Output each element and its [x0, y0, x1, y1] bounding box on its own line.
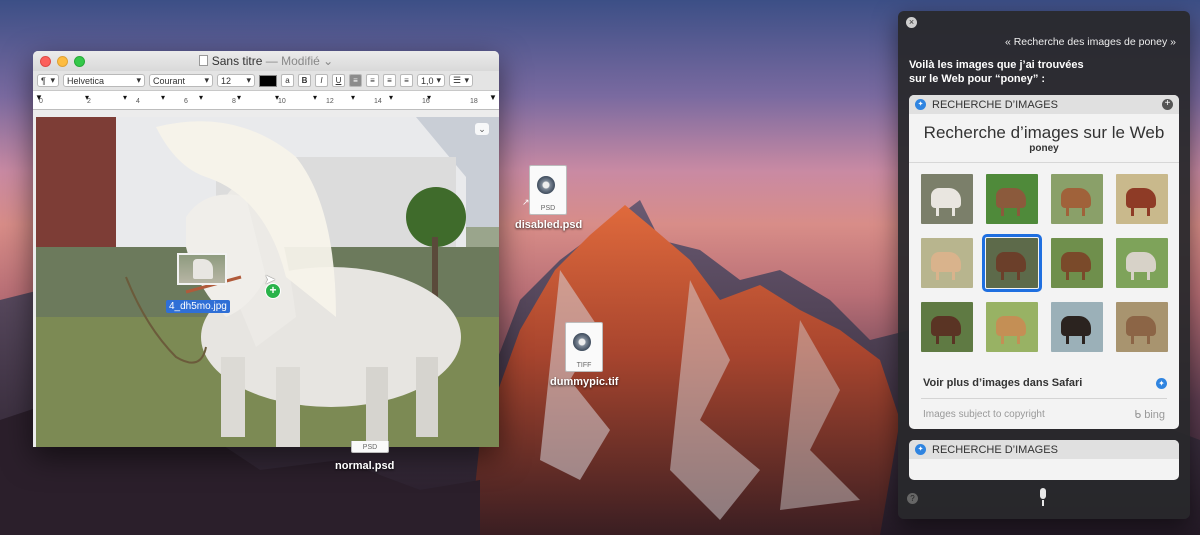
document-icon: [198, 55, 208, 66]
safari-compass-icon: ✦: [915, 444, 926, 455]
file-name: disabled.psd: [515, 219, 583, 231]
card-header-label: RECHERCHE D’IMAGES: [932, 443, 1058, 456]
chevron-down-icon[interactable]: ⌄: [323, 54, 333, 68]
image-result-thumbnail[interactable]: [982, 234, 1042, 292]
ruler-label: 16: [422, 98, 430, 105]
font-size-select[interactable]: 12 ▾: [217, 74, 255, 87]
tab-stop-marker[interactable]: ▾: [123, 93, 127, 102]
close-icon[interactable]: ×: [906, 17, 917, 28]
psd-file-icon: PSD ↗: [522, 165, 567, 215]
tab-stop-marker[interactable]: ▾: [351, 93, 355, 102]
image-result-thumbnail[interactable]: [1051, 238, 1103, 288]
ruler[interactable]: ▼ ▾ ▾ ▾ ▾ ▾ ▾ ▾ ▾ ▾ ▾ ▼ 0 2 4 6 8 10 12 …: [33, 91, 499, 110]
tab-stop-marker[interactable]: ▾: [389, 93, 393, 102]
safari-compass-icon[interactable]: ✦: [1156, 378, 1167, 389]
dragged-image-thumbnail[interactable]: [177, 253, 227, 285]
ruler-label: 8: [232, 98, 236, 105]
window-titlebar[interactable]: Sans titre — Modifié ⌄: [33, 51, 499, 71]
align-left-button[interactable]: ≡: [349, 74, 362, 87]
tab-stop-marker[interactable]: ▾: [313, 93, 317, 102]
tab-stop-marker[interactable]: ▾: [161, 93, 165, 102]
image-result-thumbnail[interactable]: [986, 302, 1038, 352]
italic-button[interactable]: I: [315, 74, 328, 87]
ruler-label: 10: [278, 98, 286, 105]
text-color-well[interactable]: [259, 74, 277, 87]
ruler-label: 6: [184, 98, 188, 105]
divider: [921, 398, 1167, 399]
image-result-thumbnail[interactable]: [986, 174, 1038, 224]
font-style-select[interactable]: Courant ▾: [149, 74, 213, 87]
bold-button[interactable]: B: [298, 74, 311, 87]
image-results-grid: [921, 174, 1168, 352]
desktop-file-dummypic-tif[interactable]: TIFF dummypic.tif: [550, 322, 618, 388]
copyright-notice: Images subject to copyright: [923, 409, 1045, 420]
file-name: normal.psd: [335, 460, 395, 472]
ruler-label: 14: [374, 98, 382, 105]
card-subtitle: poney: [909, 143, 1179, 163]
file-name: dummypic.tif: [550, 376, 619, 388]
ruler-label: 4: [136, 98, 140, 105]
right-margin-marker[interactable]: ▼: [489, 93, 497, 102]
ruler-label: 2: [87, 98, 91, 105]
window-title: Sans titre — Modifié ⌄: [33, 54, 499, 68]
desktop-file-normal-psd[interactable]: PSD normal.psd: [335, 441, 394, 472]
align-center-button[interactable]: ≡: [366, 74, 379, 87]
image-result-thumbnail[interactable]: [921, 302, 973, 352]
siri-query-text: « Recherche des images de poney »: [1004, 36, 1176, 48]
ruler-label: 12: [326, 98, 334, 105]
textedit-window: Sans titre — Modifié ⌄ ¶ ▾ Helvetica ▾ Cou…: [33, 51, 499, 447]
microphone-icon[interactable]: [1038, 488, 1048, 506]
modified-status: — Modifié: [265, 54, 320, 68]
card-header-label: RECHERCHE D’IMAGES: [932, 98, 1058, 111]
image-search-card-2: ✦ RECHERCHE D’IMAGES: [909, 440, 1179, 480]
desktop-file-disabled-psd[interactable]: PSD ↗ disabled.psd: [515, 165, 582, 231]
document-content[interactable]: ⌄ 4_dh5mo.jpg ➤ +: [36, 117, 499, 447]
help-icon[interactable]: ?: [907, 493, 918, 504]
window-title-text: Sans titre: [211, 54, 263, 68]
format-toolbar: ¶ ▾ Helvetica ▾ Courant ▾ 12 ▾ a B I U ≡ ≡ ≡…: [33, 71, 499, 91]
more-images-in-safari-link[interactable]: Voir plus d’images dans Safari: [923, 377, 1082, 389]
card-title: Recherche d’images sur le Web: [923, 123, 1165, 142]
psd-file-icon: PSD: [351, 441, 389, 453]
line-spacing-select[interactable]: 1,0 ▾: [417, 74, 445, 87]
siri-answer: Voilà les images que j’ai trouvées sur l…: [909, 58, 1084, 86]
font-family-select[interactable]: Helvetica ▾: [63, 74, 145, 87]
copy-plus-icon: +: [265, 283, 281, 299]
list-style-select[interactable]: ☰ ▾: [449, 74, 473, 87]
tab-stop-marker[interactable]: ▾: [199, 93, 203, 102]
bing-mark-icon: ᑲ: [1134, 409, 1145, 421]
ruler-label: 0: [39, 98, 43, 105]
bing-logo: ᑲ bing: [1134, 408, 1165, 421]
card-header: ✦ RECHERCHE D’IMAGES: [909, 440, 1179, 459]
tiff-file-icon: TIFF: [565, 322, 603, 372]
image-result-thumbnail[interactable]: [1051, 302, 1103, 352]
image-result-thumbnail[interactable]: [1116, 174, 1168, 224]
siri-answer-line: Voilà les images que j’ai trouvées: [909, 59, 1084, 71]
image-result-thumbnail[interactable]: [921, 238, 973, 288]
image-options-chevron-icon[interactable]: ⌄: [475, 123, 489, 135]
ruler-label: 18: [470, 98, 478, 105]
card-header: ✦ RECHERCHE D’IMAGES +: [909, 95, 1179, 114]
safari-compass-icon: ✦: [915, 99, 926, 110]
siri-panel: × « Recherche des images de poney » Voil…: [898, 11, 1190, 519]
dragged-file-label: 4_dh5mo.jpg: [166, 300, 230, 313]
tab-stop-marker[interactable]: ▾: [237, 93, 241, 102]
alias-arrow-icon: ↗: [522, 197, 530, 207]
image-result-thumbnail[interactable]: [921, 174, 973, 224]
paragraph-style-select[interactable]: ¶ ▾: [37, 74, 59, 87]
image-result-thumbnail[interactable]: [1116, 238, 1168, 288]
underline-button[interactable]: U: [332, 74, 345, 87]
image-result-thumbnail[interactable]: [1051, 174, 1103, 224]
image-result-thumbnail[interactable]: [1116, 302, 1168, 352]
image-search-card: ✦ RECHERCHE D’IMAGES + Recherche d’image…: [909, 95, 1179, 429]
provider-name: bing: [1144, 409, 1165, 421]
highlight-color-button[interactable]: a: [281, 74, 294, 87]
siri-answer-line: sur le Web pour “poney” :: [909, 73, 1046, 85]
align-right-button[interactable]: ≡: [383, 74, 396, 87]
justify-button[interactable]: ≡: [400, 74, 413, 87]
add-to-notification-center-icon[interactable]: +: [1162, 99, 1173, 110]
